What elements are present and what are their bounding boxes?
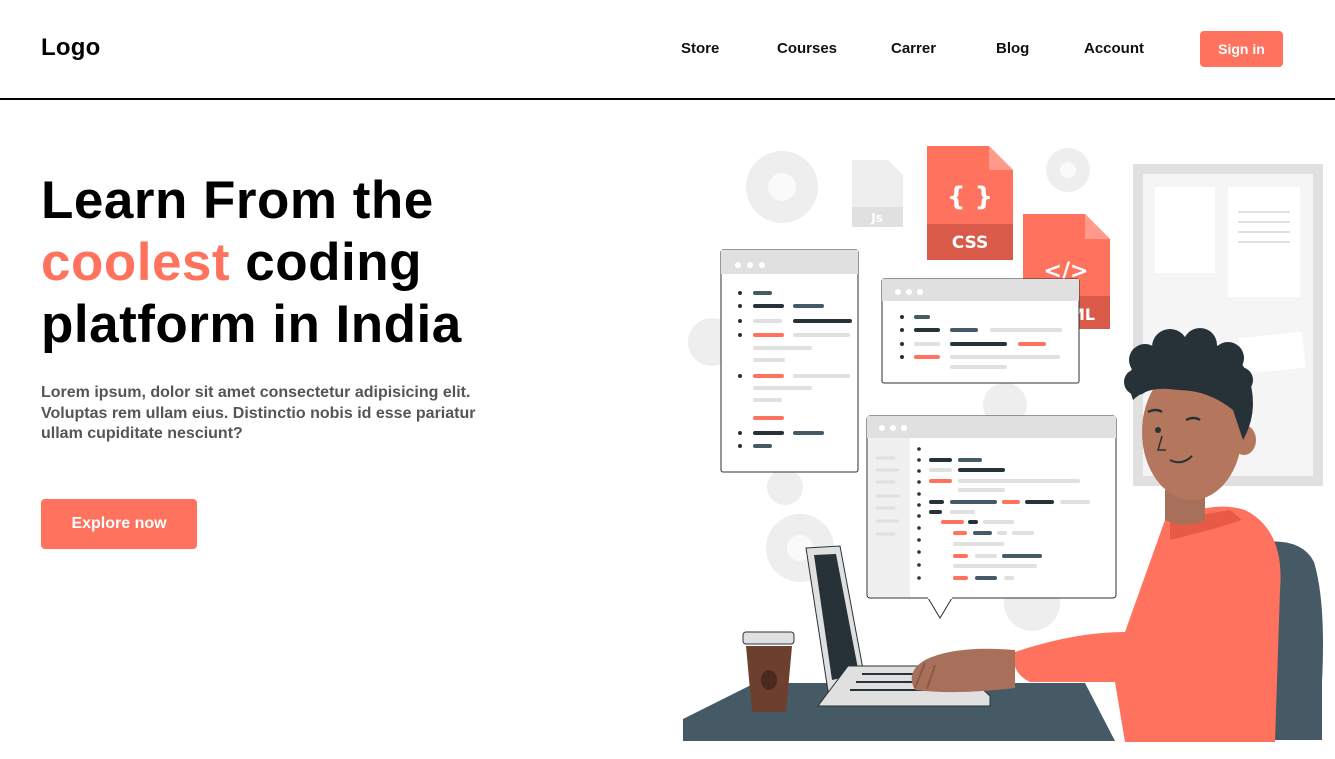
css-braces: { }	[947, 182, 993, 212]
js-label: Js	[870, 211, 883, 225]
sign-in-button[interactable]: Sign in	[1200, 31, 1283, 67]
hero-title: Learn From the coolest coding platform i…	[41, 170, 462, 356]
js-file-icon: Js	[852, 160, 903, 227]
hero-illustration: Js { } CSS </> ML	[683, 146, 1323, 742]
logo[interactable]: Logo	[41, 34, 100, 62]
nav-link-account[interactable]: Account	[1084, 40, 1144, 57]
nav-link-blog[interactable]: Blog	[996, 40, 1029, 57]
nav-link-carrer[interactable]: Carrer	[891, 40, 936, 57]
navbar: Logo Store Courses Carrer Blog Account S…	[0, 0, 1335, 100]
hero-title-line1: Learn From the	[41, 171, 434, 230]
nav-link-store[interactable]: Store	[681, 40, 719, 57]
hero-title-line2: coding	[230, 233, 422, 292]
hero-description: Lorem ipsum, dolor sit amet consectetur …	[41, 384, 476, 442]
css-label: CSS	[952, 233, 989, 253]
code-window-main	[866, 415, 1117, 619]
nav-link-courses[interactable]: Courses	[777, 40, 837, 57]
hero-title-line3: platform in India	[41, 295, 462, 354]
css-file-icon: { } CSS	[927, 146, 1013, 260]
code-window-left	[720, 249, 859, 473]
hero-title-accent: coolest	[41, 233, 231, 292]
code-window-top	[881, 278, 1080, 384]
explore-now-button[interactable]: Explore now	[41, 499, 197, 549]
